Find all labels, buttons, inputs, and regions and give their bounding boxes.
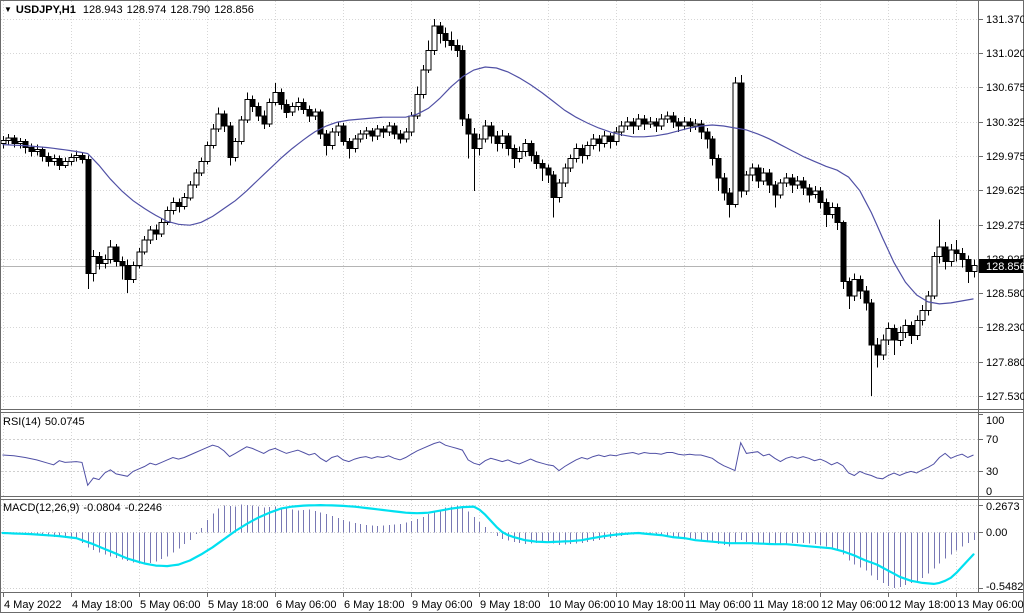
- svg-text:129.625: 129.625: [986, 185, 1024, 197]
- ohlc-high: 128.974: [127, 4, 167, 16]
- svg-text:5 May 18:00: 5 May 18:00: [208, 599, 269, 611]
- svg-text:12 May 06:00: 12 May 06:00: [821, 599, 888, 611]
- svg-text:127.530: 127.530: [986, 391, 1024, 403]
- rsi-indicator-label: RSI(14) 50.0745: [3, 416, 89, 429]
- symbol-timeframe-label: USDJPY,H1: [16, 4, 76, 16]
- svg-text:6 May 18:00: 6 May 18:00: [344, 599, 405, 611]
- svg-text:130.325: 130.325: [986, 117, 1024, 129]
- macd-value: -0.0804: [83, 502, 120, 514]
- svg-text:100: 100: [986, 415, 1004, 427]
- svg-text:128.230: 128.230: [986, 322, 1024, 334]
- svg-text:5 May 06:00: 5 May 06:00: [140, 599, 201, 611]
- svg-text:131.370: 131.370: [986, 14, 1024, 26]
- svg-text:9 May 18:00: 9 May 18:00: [480, 599, 541, 611]
- svg-text:128.856: 128.856: [986, 261, 1024, 273]
- chart-header: ▼ USDJPY,H1 128.943 128.974128.790 128.856: [4, 3, 258, 17]
- rsi-name: RSI(14): [3, 416, 41, 428]
- svg-text:131.020: 131.020: [986, 48, 1024, 60]
- svg-text:-0.5482: -0.5482: [986, 581, 1023, 593]
- svg-text:9 May 06:00: 9 May 06:00: [412, 599, 473, 611]
- rsi-value: 50.0745: [45, 416, 85, 428]
- svg-text:13 May 06:00: 13 May 06:00: [957, 599, 1024, 611]
- svg-text:129.975: 129.975: [986, 151, 1024, 163]
- svg-text:128.580: 128.580: [986, 288, 1024, 300]
- ohlc-open: 128.943: [83, 4, 123, 16]
- svg-text:0.00: 0.00: [986, 527, 1007, 539]
- trading-chart-window: 131.370 131.020 130.675 130.325 129.975 129.6…: [0, 0, 1024, 613]
- bid-price-tag: 128.856: [979, 259, 1024, 273]
- svg-text:127.880: 127.880: [986, 357, 1024, 369]
- svg-text:4 May 18:00: 4 May 18:00: [72, 599, 133, 611]
- ohlc-low: 128.790: [170, 4, 210, 16]
- chart-canvas[interactable]: 131.370 131.020 130.675 130.325 129.975 129.6…: [0, 0, 1024, 613]
- symbol-dropdown-icon: ▼: [4, 5, 12, 14]
- ohlc-close: 128.856: [214, 4, 254, 16]
- macd-indicator-label: MACD(12,26,9) -0.0804 -0.2246: [3, 502, 166, 515]
- svg-text:129.275: 129.275: [986, 220, 1024, 232]
- svg-text:10 May 18:00: 10 May 18:00: [617, 599, 684, 611]
- macd-name: MACD(12,26,9): [3, 502, 79, 514]
- svg-text:6 May 06:00: 6 May 06:00: [276, 599, 337, 611]
- svg-text:11 May 18:00: 11 May 18:00: [753, 599, 819, 611]
- svg-text:10 May 06:00: 10 May 06:00: [549, 599, 616, 611]
- svg-text:0.2673: 0.2673: [986, 501, 1020, 513]
- svg-text:11 May 06:00: 11 May 06:00: [685, 599, 751, 611]
- svg-text:0: 0: [986, 486, 992, 498]
- macd-signal-value: -0.2246: [125, 502, 162, 514]
- svg-text:12 May 18:00: 12 May 18:00: [889, 599, 956, 611]
- svg-text:70: 70: [986, 434, 998, 446]
- svg-text:4 May 2022: 4 May 2022: [4, 599, 61, 611]
- svg-text:130.675: 130.675: [986, 82, 1024, 94]
- svg-text:30: 30: [986, 466, 998, 478]
